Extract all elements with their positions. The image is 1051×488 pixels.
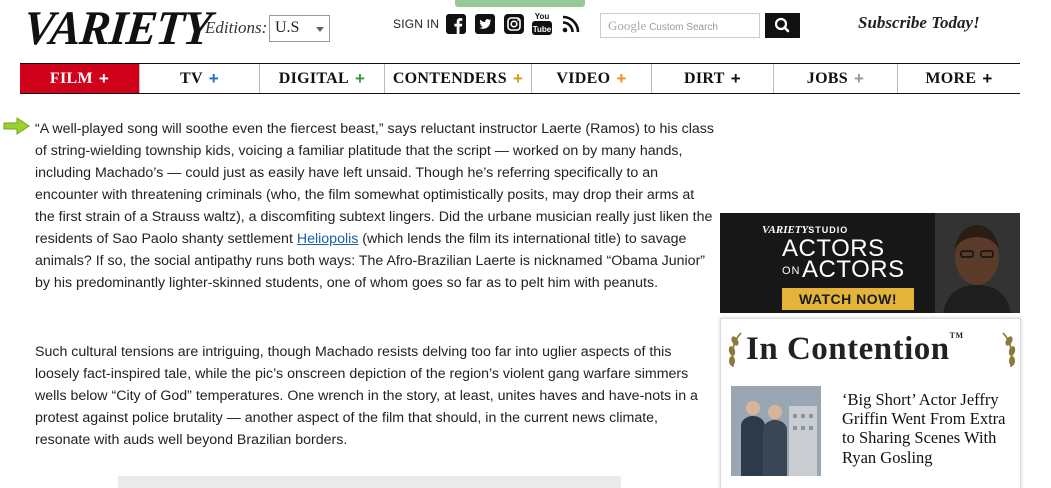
- search-button[interactable]: [765, 13, 800, 38]
- nav-item-jobs[interactable]: JOBS +: [774, 64, 898, 93]
- plus-icon: +: [98, 68, 110, 88]
- search-placeholder: Custom Search: [649, 22, 718, 33]
- variety-logo[interactable]: VARIETY: [21, 1, 213, 56]
- plus-icon: +: [512, 68, 524, 88]
- youtube-icon[interactable]: You Tube: [532, 11, 552, 35]
- editions-label: Editions:: [205, 18, 268, 37]
- paragraph-text: “A well-played song will soothe even the…: [35, 121, 714, 247]
- nav-item-contenders[interactable]: CONTENDERS +: [385, 64, 532, 93]
- nav-item-label: VIDEO: [556, 69, 611, 87]
- svg-text:You: You: [535, 12, 550, 21]
- search-icon: [774, 17, 790, 33]
- site-header: VARIETY Editions: U.S SIGN IN You Tube G…: [0, 0, 1051, 62]
- nav-item-label: DIGITAL: [278, 69, 350, 87]
- edition-selected-value: U.S: [275, 19, 300, 36]
- top-tab[interactable]: [455, 0, 585, 7]
- article-paragraph: Such cultural tensions are intriguing, t…: [35, 344, 698, 448]
- nav-item-label: FILM: [49, 69, 93, 87]
- svg-text:Tube: Tube: [533, 25, 552, 34]
- plus-icon: +: [853, 68, 865, 88]
- edition-select[interactable]: U.S: [269, 15, 330, 42]
- section-title-text: In Contention: [746, 331, 950, 367]
- nav-item-more[interactable]: MORE +: [898, 64, 1020, 93]
- portrait-illustration: [935, 213, 1020, 313]
- nav-item-label: DIRT: [684, 69, 725, 87]
- laurel-left-icon: [728, 332, 742, 368]
- section-title[interactable]: In ContentionTM: [746, 331, 964, 368]
- plus-icon: +: [208, 68, 220, 88]
- subscribe-link[interactable]: Subscribe Today!: [858, 13, 980, 33]
- nav-item-label: MORE: [925, 69, 977, 87]
- plus-icon: +: [616, 68, 627, 88]
- ad-brand-suffix: STUDIO: [808, 225, 849, 235]
- laurel-right-icon: [1002, 332, 1016, 368]
- nav-item-label: TV: [179, 69, 203, 87]
- thumbnail-illustration: [731, 386, 821, 476]
- trademark: TM: [949, 331, 964, 340]
- nav-item-tv[interactable]: TV +: [140, 64, 260, 93]
- embedded-block: [118, 476, 621, 488]
- article-paragraph: “A well-played song will soothe even the…: [35, 118, 715, 294]
- ad-headline-line2: ACTORS: [802, 256, 905, 283]
- nav-item-label: CONTENDERS: [392, 69, 507, 87]
- nav-item-video[interactable]: VIDEO +: [532, 64, 652, 93]
- facebook-icon[interactable]: [446, 14, 466, 34]
- watch-now-button[interactable]: WATCH NOW!: [782, 288, 914, 310]
- story-headline[interactable]: ‘Big Short’ Actor Jeffry Griffin Went Fr…: [842, 390, 1017, 467]
- heliopolis-link[interactable]: Heliopolis: [297, 231, 359, 247]
- nav-item-dirt[interactable]: DIRT +: [652, 64, 774, 93]
- twitter-icon[interactable]: [475, 14, 495, 34]
- nav-item-film[interactable]: FILM +: [20, 64, 140, 93]
- plus-icon: +: [355, 68, 366, 88]
- nav-item-label: JOBS: [806, 69, 848, 87]
- search-input[interactable]: Google Custom Search: [600, 13, 760, 38]
- ad-portrait-image: [935, 213, 1020, 313]
- ad-headline-on: ON: [782, 265, 801, 277]
- chevron-down-icon: [316, 27, 324, 32]
- plus-icon: +: [730, 68, 741, 88]
- sign-in-link[interactable]: SIGN IN: [393, 17, 439, 31]
- actors-on-actors-ad[interactable]: VARIETYSTUDIO ACTORS ON ACTORS WATCH NOW…: [720, 213, 1020, 313]
- arrow-right-icon: [3, 117, 30, 135]
- instagram-icon[interactable]: [504, 14, 524, 34]
- search-brand: Google: [608, 18, 647, 33]
- in-contention-widget: In ContentionTM ‘Big Short’ Actor Jeffry…: [720, 318, 1021, 488]
- main-nav: FILM + TV + DIGITAL + CONTENDERS + VIDEO…: [20, 63, 1020, 94]
- rss-icon[interactable]: [561, 14, 581, 34]
- story-thumbnail[interactable]: [731, 386, 821, 476]
- plus-icon: +: [982, 68, 993, 88]
- nav-item-digital[interactable]: DIGITAL +: [260, 64, 385, 93]
